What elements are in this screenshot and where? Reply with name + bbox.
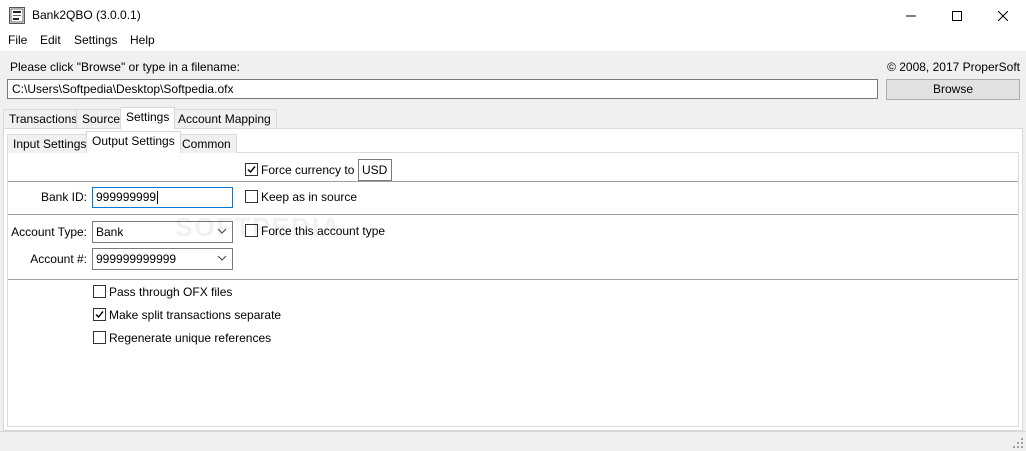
tab-settings[interactable]: Settings xyxy=(120,107,176,129)
minimize-icon xyxy=(906,15,916,16)
close-icon xyxy=(998,10,1008,21)
close-button[interactable] xyxy=(980,0,1026,31)
filename-prompt: Please click "Browse" or type in a filen… xyxy=(10,60,240,74)
account-number-label: Account #: xyxy=(30,252,87,266)
bank-id-label: Bank ID: xyxy=(40,190,87,204)
menu-file[interactable]: File xyxy=(8,33,27,47)
bank-id-input[interactable]: 999999999 xyxy=(92,187,233,208)
browse-button[interactable]: Browse xyxy=(886,79,1020,100)
keep-as-in-source-checkbox[interactable] xyxy=(245,190,258,203)
tab-input-settings[interactable]: Input Settings xyxy=(7,134,93,153)
currency-input[interactable]: USD xyxy=(358,159,392,181)
account-number-value: 999999999999 xyxy=(96,252,177,266)
separator xyxy=(8,181,1018,182)
window-title: Bank2QBO (3.0.0.1) xyxy=(32,8,141,22)
resize-grip-icon[interactable] xyxy=(1012,437,1024,449)
maximize-icon xyxy=(952,10,962,21)
tab-source[interactable]: Source xyxy=(76,109,127,128)
tab-common[interactable]: Common xyxy=(176,134,237,153)
keep-as-in-source-label: Keep as in source xyxy=(261,190,358,204)
account-number-select[interactable]: 999999999999 xyxy=(92,248,233,270)
separator xyxy=(8,279,1018,280)
account-type-value: Bank xyxy=(96,225,124,239)
force-currency-checkbox[interactable] xyxy=(245,163,258,176)
regenerate-references-label: Regenerate unique references xyxy=(109,331,272,345)
status-bar xyxy=(0,431,1026,451)
tab-account-mapping[interactable]: Account Mapping xyxy=(172,109,277,128)
menu-help[interactable]: Help xyxy=(130,33,155,47)
menu-settings[interactable]: Settings xyxy=(74,33,117,47)
chevron-down-icon xyxy=(217,255,227,261)
title-bar xyxy=(0,0,1026,31)
force-currency-label: Force currency to xyxy=(261,163,355,177)
tab-transactions[interactable]: Transactions xyxy=(3,109,84,128)
file-path-input[interactable]: C:\Users\Softpedia\Desktop\Softpedia.ofx xyxy=(7,79,878,99)
account-type-label: Account Type: xyxy=(11,225,87,239)
copyright-text: © 2008, 2017 ProperSoft xyxy=(887,60,1020,74)
pass-through-ofx-checkbox[interactable] xyxy=(93,285,106,298)
separator xyxy=(8,214,1018,215)
tab-output-settings[interactable]: Output Settings xyxy=(86,131,181,153)
bank-id-value: 999999999 xyxy=(96,190,157,204)
minimize-button[interactable] xyxy=(888,0,934,31)
split-transactions-label: Make split transactions separate xyxy=(109,308,282,322)
checkmark-icon xyxy=(95,311,104,319)
watermark: SOFTPEDIA xyxy=(175,212,342,242)
maximize-button[interactable] xyxy=(934,0,980,31)
text-cursor xyxy=(157,191,159,205)
checkmark-icon xyxy=(247,166,256,174)
regenerate-references-checkbox[interactable] xyxy=(93,331,106,344)
menu-edit[interactable]: Edit xyxy=(40,33,61,47)
split-transactions-checkbox[interactable] xyxy=(93,308,106,321)
pass-through-ofx-label: Pass through OFX files xyxy=(109,285,233,299)
app-icon xyxy=(9,7,25,24)
